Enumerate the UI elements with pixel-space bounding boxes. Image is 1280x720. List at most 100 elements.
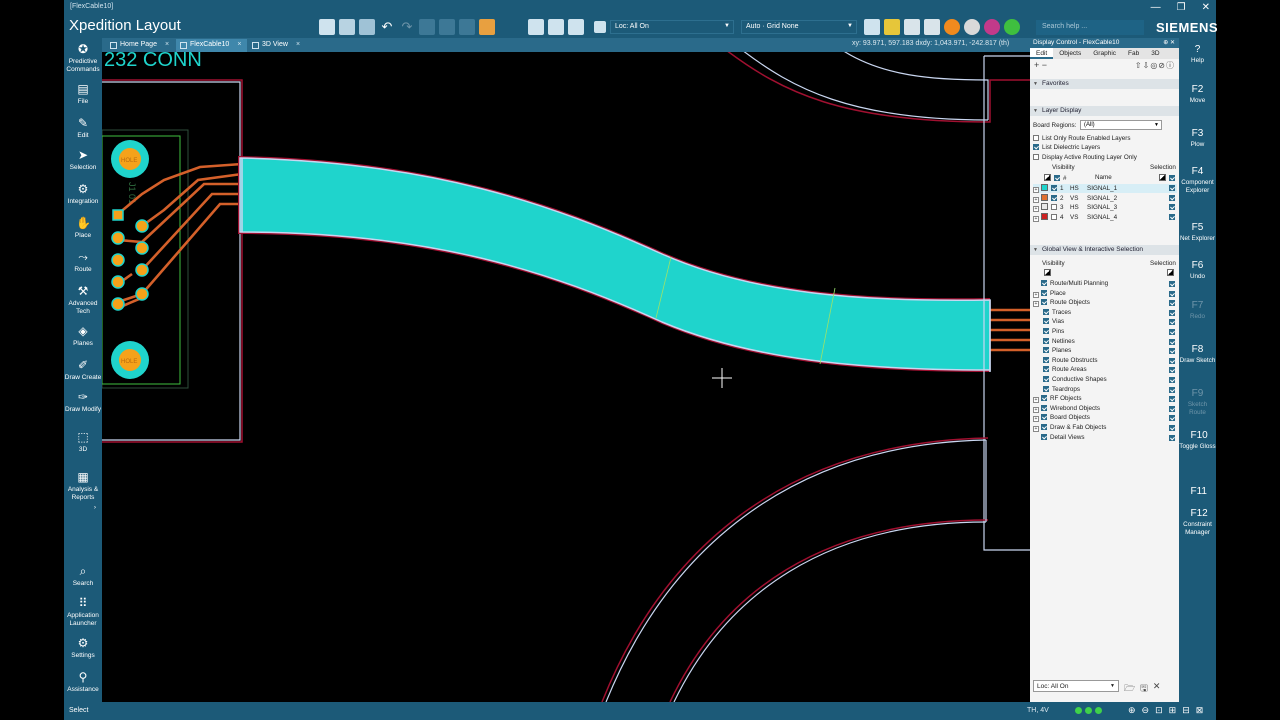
- fkey-constraint-manager[interactable]: F12 Constraint Manager: [1179, 508, 1216, 537]
- nav-grid[interactable]: ⠿ Application Launcher: [64, 596, 102, 628]
- layer-visible-checkbox[interactable]: [1051, 204, 1057, 211]
- object-select-checkbox[interactable]: [1169, 309, 1175, 316]
- expand-icon[interactable]: +: [1033, 206, 1039, 213]
- object-select-checkbox[interactable]: [1169, 281, 1175, 287]
- add-icon[interactable]: +: [1034, 60, 1039, 70]
- layer-row[interactable]: +4 VS SIGNAL_4: [1033, 212, 1177, 222]
- option-dielectric[interactable]: List Dielectric Layers: [1033, 144, 1100, 151]
- object-visible-checkbox[interactable]: [1043, 385, 1049, 392]
- measure-icon[interactable]: [548, 19, 564, 35]
- nav-predictive[interactable]: ✪ Predictive Commands: [64, 42, 102, 74]
- object-select-checkbox[interactable]: [1169, 396, 1175, 403]
- object-select-checkbox[interactable]: [1169, 348, 1175, 355]
- fit-board-icon[interactable]: ⊡: [1155, 705, 1163, 716]
- layer-color-swatch[interactable]: [1041, 203, 1048, 211]
- object-row[interactable]: Route Obstructs: [1043, 356, 1098, 364]
- fkey-net-explorer[interactable]: F5 Net Explorer: [1179, 222, 1216, 243]
- select-toggle-icon[interactable]: [1159, 174, 1166, 181]
- fkey-toggle-gloss[interactable]: F10 Toggle Gloss: [1179, 430, 1216, 451]
- close-tab-icon[interactable]: ×: [296, 41, 300, 48]
- layout-canvas[interactable]: 232 CONN J1 01 HOLE HOLE: [102, 52, 1030, 702]
- object-select-checkbox[interactable]: [1169, 386, 1175, 393]
- object-select-checkbox[interactable]: [1169, 290, 1175, 297]
- tools-icon[interactable]: [568, 19, 584, 35]
- object-row[interactable]: + Wirebond Objects: [1033, 404, 1100, 413]
- fkey-f11[interactable]: F11: [1179, 486, 1216, 499]
- tab-edit[interactable]: Edit: [1030, 48, 1054, 59]
- tab-flexcable10[interactable]: FlexCable10 ×: [176, 39, 248, 52]
- tune-mode-icon[interactable]: [984, 19, 1000, 35]
- checkbox[interactable]: [1033, 135, 1039, 141]
- object-select-checkbox[interactable]: [1169, 319, 1175, 326]
- minimize-icon[interactable]: —: [1151, 2, 1161, 13]
- object-row[interactable]: Detail Views: [1033, 433, 1085, 441]
- expand-icon[interactable]: +: [1033, 187, 1039, 193]
- nav-cube[interactable]: ⬚ 3D: [64, 430, 102, 454]
- object-select-checkbox[interactable]: [1169, 434, 1175, 441]
- board-regions-select[interactable]: (All) ▼: [1080, 120, 1162, 130]
- close-icon[interactable]: ✕: [1202, 2, 1210, 13]
- option-route-enabled[interactable]: List Only Route Enabled Layers: [1033, 135, 1131, 142]
- expand-icon[interactable]: +: [1033, 416, 1039, 423]
- nav-gear[interactable]: ⚙ Settings: [64, 636, 102, 660]
- display-control-icon[interactable]: [319, 19, 335, 35]
- layer-color-swatch[interactable]: [1041, 184, 1048, 191]
- checkbox[interactable]: [1033, 154, 1039, 160]
- object-visible-checkbox[interactable]: [1043, 347, 1049, 354]
- grid-combo[interactable]: Auto · Grid None ▼: [741, 20, 857, 34]
- expand-icon[interactable]: +: [1033, 301, 1039, 308]
- pin-close-icons[interactable]: ⊕ ✕: [1163, 39, 1175, 46]
- object-row[interactable]: Planes: [1043, 347, 1071, 354]
- trace[interactable]: [141, 172, 243, 228]
- zoom-out-icon[interactable]: ⊖: [1142, 705, 1150, 716]
- object-row[interactable]: + Place: [1033, 289, 1066, 298]
- all-visible-checkbox[interactable]: [1054, 175, 1060, 181]
- flex-cable-region[interactable]: [239, 157, 991, 371]
- object-select-checkbox[interactable]: [1169, 338, 1175, 345]
- all-select-checkbox[interactable]: [1169, 175, 1175, 181]
- layer-scheme-combo[interactable]: Loc: All On ▼: [610, 20, 734, 34]
- properties-icon[interactable]: [359, 19, 375, 35]
- object-row[interactable]: Vias: [1043, 318, 1064, 325]
- object-row[interactable]: Teardrops: [1043, 385, 1080, 393]
- object-select-checkbox[interactable]: [1169, 329, 1175, 335]
- object-row[interactable]: Route/Multi Planning: [1033, 280, 1108, 287]
- object-visible-checkbox[interactable]: [1043, 337, 1049, 344]
- trace[interactable]: [141, 192, 242, 271]
- nav-edit[interactable]: ✎ Edit: [64, 116, 102, 140]
- object-select-checkbox[interactable]: [1169, 405, 1175, 412]
- fkey-move[interactable]: F2 Move: [1179, 84, 1216, 105]
- expand-icon[interactable]: +: [1033, 291, 1039, 298]
- pan-icon[interactable]: ⊠: [1196, 705, 1204, 716]
- search-help-input[interactable]: Search help ...: [1036, 20, 1144, 35]
- layer-visible-checkbox[interactable]: [1051, 213, 1057, 220]
- tab-fab[interactable]: Fab: [1122, 48, 1145, 59]
- pin[interactable]: [111, 297, 125, 311]
- tab-3d-view[interactable]: 3D View ×: [248, 39, 306, 52]
- expand-icon[interactable]: +: [1033, 426, 1039, 432]
- fkey-help[interactable]: ? Help: [1179, 44, 1216, 65]
- expand-icon[interactable]: +: [1033, 406, 1039, 413]
- fkey-undo[interactable]: F6 Undo: [1179, 260, 1216, 281]
- select-toggle-icon[interactable]: [1167, 269, 1174, 276]
- layer-row[interactable]: +3 HS SIGNAL_3: [1033, 203, 1177, 213]
- close-tab-icon[interactable]: ×: [165, 41, 169, 48]
- object-visible-checkbox[interactable]: [1041, 404, 1047, 411]
- remove-icon[interactable]: −: [1042, 60, 1047, 70]
- unlock-icon[interactable]: [459, 19, 475, 35]
- pin[interactable]: [135, 219, 149, 233]
- layer-visible-checkbox[interactable]: [1051, 185, 1057, 191]
- expand-icon[interactable]: +: [1033, 196, 1039, 203]
- save-icon[interactable]: 🖫: [1140, 681, 1148, 697]
- nav-analysis[interactable]: ▦ Analysis & Reports: [64, 470, 102, 502]
- section-global-view[interactable]: Global View & Interactive Selection: [1030, 245, 1179, 255]
- object-visible-checkbox[interactable]: [1043, 356, 1049, 363]
- section-favorites[interactable]: Favorites: [1030, 79, 1179, 89]
- zoom-area-icon[interactable]: ⊞: [1169, 705, 1177, 716]
- fkey-component-explorer[interactable]: F4 Component Explorer: [1179, 166, 1216, 195]
- nav-search[interactable]: ⌕ Search: [64, 564, 102, 588]
- loc-scheme-select[interactable]: Loc: All On ▼: [1033, 680, 1119, 692]
- pin[interactable]: [111, 275, 125, 289]
- expand-icon[interactable]: +: [1033, 397, 1039, 404]
- object-row[interactable]: Pins: [1043, 328, 1064, 335]
